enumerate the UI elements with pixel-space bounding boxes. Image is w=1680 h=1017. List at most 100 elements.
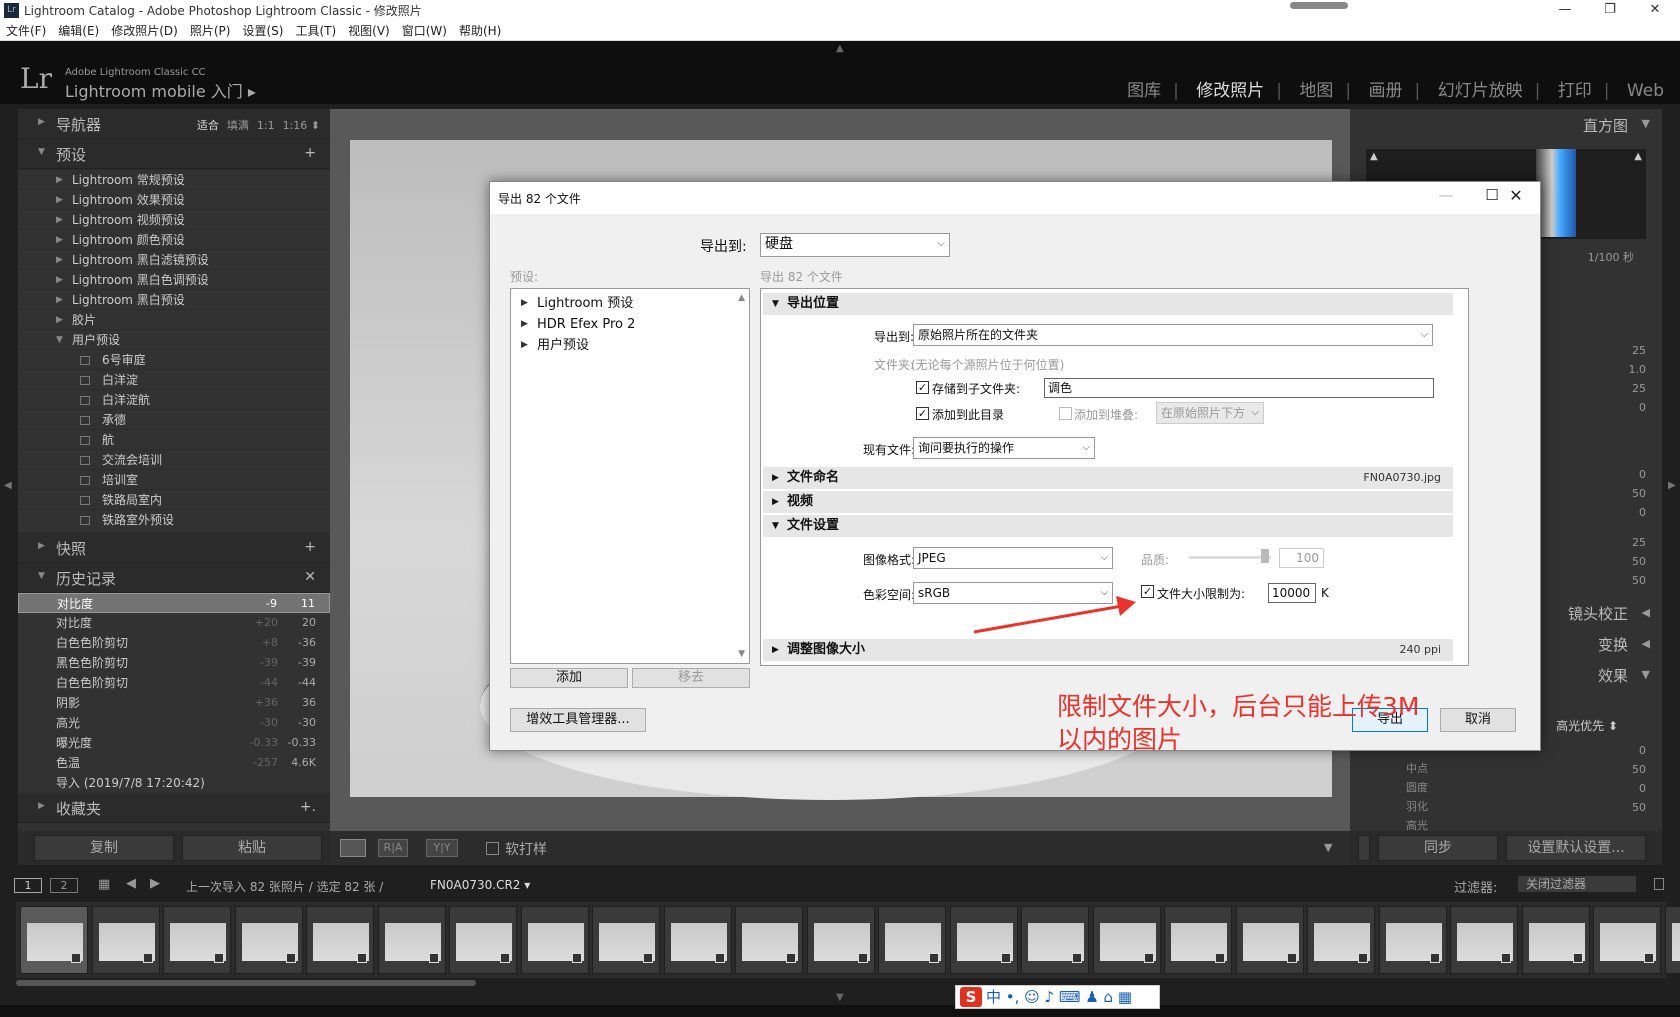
menu-settings[interactable]: 设置(S) (236, 21, 289, 41)
module-book[interactable]: 画册 (1369, 81, 1403, 101)
history-row[interactable]: 对比度 +20 20 (18, 613, 330, 633)
loupe-view-icon[interactable] (340, 839, 366, 857)
user-preset[interactable]: 6号审庭 (18, 349, 330, 369)
history-row[interactable]: 导入 (2019/7/8 17:20:42) (18, 773, 330, 793)
export-to-select[interactable]: 硬盘 ⌵ (760, 233, 950, 257)
user-preset[interactable]: 航 (18, 429, 330, 449)
history-row[interactable]: 对比度 -9 11 (18, 593, 330, 613)
window-1-button[interactable]: 1 (14, 878, 42, 893)
filmstrip-thumbnail[interactable] (520, 906, 589, 974)
cancel-button[interactable]: 取消 (1440, 708, 1516, 732)
filmstrip-thumbnail[interactable] (1092, 906, 1161, 974)
filmstrip-thumbnail[interactable] (1593, 906, 1661, 974)
add-preset-icon[interactable]: + (304, 145, 316, 161)
sync-toggle-icon[interactable] (1358, 835, 1370, 861)
add-snapshot-icon[interactable]: + (304, 539, 316, 555)
prev-arrow-icon[interactable]: ◀ (126, 876, 136, 891)
existing-files-select[interactable]: 询问要执行的操作 ⌵ (913, 437, 1095, 459)
menu-file[interactable]: 文件(F) (0, 21, 52, 41)
filmstrip-thumbnail[interactable] (1378, 906, 1447, 974)
quality-slider-thumb[interactable] (1261, 549, 1269, 563)
filmstrip-thumbnail[interactable] (1235, 906, 1304, 974)
highlight-clip-icon[interactable]: ▲ (1634, 151, 1642, 162)
filmstrip-thumbnail[interactable] (1164, 906, 1232, 974)
filmstrip-thumbnail[interactable] (949, 906, 1018, 974)
remove-preset-button[interactable]: 移去 (632, 668, 750, 688)
history-header[interactable]: ▼ 历史记录 ✕ (18, 563, 330, 593)
stack-position-select[interactable]: 在原始照片下方 ⌵ (1156, 402, 1264, 424)
presets-header[interactable]: ▼ 预设 + (18, 139, 330, 169)
module-web[interactable]: Web (1627, 81, 1664, 101)
close-window-button[interactable]: ✕ (1635, 0, 1675, 21)
toolbar-menu-chevron-icon[interactable]: ▼ (1324, 841, 1332, 854)
menu-develop[interactable]: 修改照片(D) (105, 21, 184, 41)
paste-button[interactable]: 粘贴 (182, 835, 322, 861)
history-row[interactable]: 黑色色阶剪切 -39 -39 (18, 653, 330, 673)
window-drag-grip[interactable] (1290, 2, 1348, 9)
minimize-button[interactable]: — (1545, 0, 1585, 21)
transform-collapse-icon[interactable]: ◀ (1642, 637, 1650, 650)
add-catalog-checkbox[interactable]: ✓ (916, 407, 929, 420)
section-file-settings[interactable]: ▼ 文件设置 (763, 515, 1453, 537)
add-preset-button[interactable]: 添加 (510, 668, 628, 688)
soft-proof-checkbox[interactable] (486, 842, 499, 855)
section-export-location[interactable]: ▼ 导出位置 (763, 293, 1453, 315)
menu-help[interactable]: 帮助(H) (453, 21, 507, 41)
ime-controls[interactable]: 中 •, ☺ ♪ ⌨ ♟ ⌂ ▦ (986, 988, 1132, 1006)
shadow-clip-icon[interactable]: ▲ (1370, 151, 1378, 162)
right-panel-toggle-icon[interactable]: ▶ (1668, 480, 1676, 491)
sync-button[interactable]: 同步 (1378, 835, 1498, 861)
lens-correction-header[interactable]: 镜头校正 (1568, 603, 1628, 624)
filmstrip-thumbnail[interactable] (663, 906, 732, 974)
filter-select[interactable]: 关闭过滤器 (1518, 876, 1636, 892)
section-file-naming[interactable]: ▶ 文件命名 FN0A0730.jpg (763, 467, 1453, 489)
module-develop[interactable]: 修改照片 (1196, 81, 1264, 101)
collapse-top-arrow-icon[interactable]: ▲ (836, 43, 844, 54)
filmstrip-thumbnail[interactable] (1307, 906, 1375, 974)
format-select[interactable]: JPEG ⌵ (913, 547, 1113, 569)
menu-edit[interactable]: 编辑(E) (52, 21, 105, 41)
filmstrip-thumbnail[interactable] (592, 906, 660, 974)
section-resize[interactable]: ▶ 调整图像大小 240 ppi (763, 639, 1453, 661)
history-row[interactable]: 色温 -257 4.6K (18, 753, 330, 773)
ime-toolbar[interactable]: S中 •, ☺ ♪ ⌨ ♟ ⌂ ▦ (955, 985, 1160, 1009)
filmstrip-thumbnail[interactable] (20, 906, 88, 974)
lens-collapse-icon[interactable]: ◀ (1642, 606, 1650, 619)
zoom-fit[interactable]: 适合 (197, 119, 219, 132)
filmstrip-thumbnail[interactable] (1450, 906, 1518, 974)
scroll-up-icon[interactable]: ▲ (738, 293, 745, 303)
plugin-manager-button[interactable]: 增效工具管理器... (510, 708, 646, 732)
reset-default-button[interactable]: 设置默认设置... (1506, 835, 1646, 861)
vignette-style-select[interactable]: 高光优先 ⬍ (1556, 717, 1618, 734)
filmstrip-thumbnail[interactable] (806, 906, 875, 974)
history-row[interactable]: 白色色阶剪切 +8 -36 (18, 633, 330, 653)
menu-view[interactable]: 视图(V) (342, 21, 396, 41)
filmstrip-thumbnail[interactable] (449, 906, 517, 974)
filmstrip-thumbnail[interactable] (1521, 906, 1590, 974)
zoom-fill[interactable]: 填满 (227, 119, 249, 132)
user-preset[interactable]: 承德 (18, 409, 330, 429)
preset-group[interactable]: ▶ Lightroom 黑白预设 (18, 289, 330, 309)
scroll-down-icon[interactable]: ▼ (738, 649, 745, 659)
preset-group[interactable]: ▶ Lightroom 黑白色调预设 (18, 269, 330, 289)
section-video[interactable]: ▶ 视频 (763, 491, 1453, 513)
histogram-collapse-icon[interactable]: ▼ (1642, 117, 1650, 130)
user-preset[interactable]: 交流会培训 (18, 449, 330, 469)
filter-lock-icon[interactable] (1654, 878, 1664, 890)
effects-header[interactable]: 效果 (1598, 665, 1628, 686)
filmstrip-thumbnail[interactable] (735, 906, 803, 974)
user-preset[interactable]: 铁路室外预设 (18, 509, 330, 529)
preset-group[interactable]: ▶ Lightroom 效果预设 (18, 189, 330, 209)
quality-input[interactable]: 100 (1279, 548, 1324, 568)
preset-group[interactable]: ▶ Lightroom 黑白滤镜预设 (18, 249, 330, 269)
module-slideshow[interactable]: 幻灯片放映 (1438, 81, 1523, 101)
user-preset[interactable]: 铁路局室内 (18, 489, 330, 509)
collapse-bottom-arrow-icon[interactable]: ▼ (836, 992, 844, 1003)
filmstrip-source[interactable]: 上一次导入 82 张照片 / 选定 82 张 / (186, 878, 383, 895)
filmstrip-thumbnail[interactable] (377, 906, 446, 974)
copy-button[interactable]: 复制 (34, 835, 174, 861)
zoom-custom[interactable]: 1:16 ⬍ (283, 119, 320, 132)
collections-header[interactable]: ▶ 收藏夹 +. (18, 793, 330, 823)
filmstrip-thumbnail[interactable] (234, 906, 303, 974)
menu-window[interactable]: 窗口(W) (396, 21, 453, 41)
